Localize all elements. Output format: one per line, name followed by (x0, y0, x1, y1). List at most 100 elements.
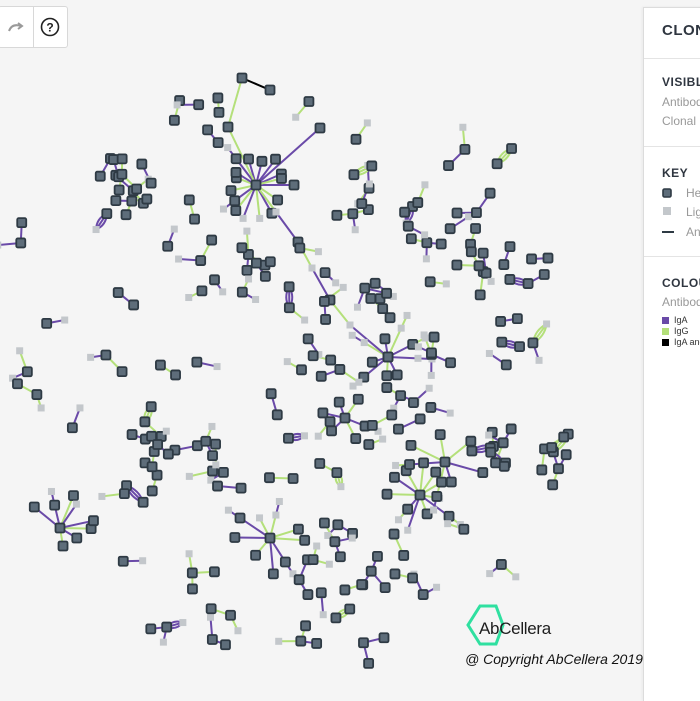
heavy-chain-node[interactable] (194, 100, 203, 109)
heavy-chain-node[interactable] (281, 557, 290, 566)
heavy-chain-node[interactable] (367, 161, 376, 170)
light-chain-node[interactable] (392, 462, 399, 469)
heavy-chain-node[interactable] (230, 533, 239, 542)
light-chain-node[interactable] (273, 209, 280, 216)
heavy-chain-node[interactable] (147, 179, 156, 188)
light-chain-node[interactable] (61, 317, 68, 324)
heavy-chain-node[interactable] (502, 360, 511, 369)
heavy-chain-node[interactable] (309, 555, 318, 564)
heavy-chain-node[interactable] (409, 398, 418, 407)
heavy-chain-node[interactable] (296, 637, 305, 646)
heavy-chain-node[interactable] (326, 417, 335, 426)
light-chain-node[interactable] (207, 614, 214, 621)
heavy-chain-node[interactable] (221, 640, 230, 649)
heavy-chain-node[interactable] (476, 290, 485, 299)
light-chain-node[interactable] (423, 255, 430, 262)
light-chain-node[interactable] (16, 347, 23, 354)
heavy-chain-node[interactable] (50, 501, 59, 510)
heavy-chain-node[interactable] (301, 621, 310, 630)
light-chain-node[interactable] (447, 410, 454, 417)
heavy-chain-node[interactable] (528, 338, 537, 347)
heavy-chain-node[interactable] (381, 583, 390, 592)
heavy-chain-node[interactable] (524, 279, 533, 288)
heavy-chain-node[interactable] (547, 443, 556, 452)
light-chain-node[interactable] (212, 461, 219, 468)
light-chain-node[interactable] (444, 520, 451, 527)
heavy-chain-node[interactable] (559, 433, 568, 442)
heavy-chain-node[interactable] (297, 365, 306, 374)
light-chain-node[interactable] (179, 619, 186, 626)
heavy-chain-node[interactable] (142, 195, 151, 204)
heavy-chain-node[interactable] (332, 468, 341, 477)
heavy-chain-node[interactable] (382, 383, 391, 392)
heavy-chain-node[interactable] (237, 484, 246, 493)
light-chain-node[interactable] (301, 317, 308, 324)
heavy-chain-node[interactable] (190, 215, 199, 224)
heavy-chain-node[interactable] (445, 512, 454, 521)
light-chain-node[interactable] (349, 332, 356, 339)
heavy-chain-node[interactable] (89, 516, 98, 525)
heavy-chain-node[interactable] (416, 414, 425, 423)
light-chain-node[interactable] (512, 573, 519, 580)
heavy-chain-node[interactable] (139, 498, 148, 507)
light-chain-node[interactable] (292, 114, 299, 121)
heavy-chain-node[interactable] (101, 351, 110, 360)
heavy-chain-node[interactable] (336, 552, 345, 561)
heavy-chain-node[interactable] (129, 300, 138, 309)
heavy-chain-node[interactable] (390, 569, 399, 578)
light-chain-node[interactable] (488, 278, 495, 285)
heavy-chain-node[interactable] (214, 108, 223, 117)
heavy-chain-node[interactable] (304, 97, 313, 106)
heavy-chain-node[interactable] (226, 611, 235, 620)
heavy-chain-node[interactable] (163, 242, 172, 251)
heavy-chain-node[interactable] (303, 590, 312, 599)
heavy-chain-node[interactable] (309, 351, 318, 360)
heavy-chain-node[interactable] (493, 159, 502, 168)
light-chain-node[interactable] (225, 507, 232, 514)
heavy-chain-node[interactable] (114, 288, 123, 297)
heavy-chain-node[interactable] (419, 458, 428, 467)
light-chain-node[interactable] (430, 507, 437, 514)
heavy-chain-node[interactable] (277, 174, 286, 183)
light-chain-node[interactable] (256, 215, 263, 222)
light-chain-node[interactable] (486, 350, 493, 357)
light-chain-node[interactable] (175, 256, 182, 263)
heavy-chain-node[interactable] (400, 208, 409, 217)
heavy-chain-node[interactable] (453, 209, 462, 218)
heavy-chain-node[interactable] (430, 333, 439, 342)
heavy-chain-node[interactable] (271, 155, 280, 164)
heavy-chain-node[interactable] (211, 440, 220, 449)
heavy-chain-node[interactable] (491, 458, 500, 467)
heavy-chain-node[interactable] (128, 430, 137, 439)
heavy-chain-node[interactable] (405, 460, 414, 469)
light-chain-node[interactable] (234, 627, 241, 634)
heavy-chain-node[interactable] (162, 623, 171, 632)
heavy-chain-node[interactable] (321, 315, 330, 324)
heavy-chain-node[interactable] (210, 567, 219, 576)
heavy-chain-node[interactable] (118, 367, 127, 376)
heavy-chain-node[interactable] (446, 358, 455, 367)
light-chain-node[interactable] (340, 284, 347, 291)
heavy-chain-node[interactable] (543, 254, 552, 263)
heavy-chain-node[interactable] (537, 465, 546, 474)
light-chain-node[interactable] (38, 404, 45, 411)
heavy-chain-node[interactable] (269, 569, 278, 578)
heavy-chain-node[interactable] (378, 304, 387, 313)
heavy-chain-node[interactable] (554, 464, 563, 473)
heavy-chain-node[interactable] (285, 282, 294, 291)
heavy-chain-node[interactable] (386, 313, 395, 322)
heavy-chain-node[interactable] (117, 170, 126, 179)
heavy-chain-node[interactable] (42, 319, 51, 328)
heavy-chain-node[interactable] (500, 462, 509, 471)
heavy-chain-node[interactable] (266, 86, 275, 95)
heavy-chain-node[interactable] (23, 367, 32, 376)
light-chain-node[interactable] (220, 206, 227, 213)
heavy-chain-node[interactable] (72, 533, 81, 542)
light-chain-node[interactable] (320, 611, 327, 618)
heavy-chain-node[interactable] (471, 224, 480, 233)
light-chain-node[interactable] (160, 639, 167, 646)
heavy-chain-node[interactable] (273, 410, 282, 419)
heavy-chain-node[interactable] (197, 286, 206, 295)
heavy-chain-node[interactable] (315, 459, 324, 468)
heavy-chain-node[interactable] (479, 249, 488, 258)
